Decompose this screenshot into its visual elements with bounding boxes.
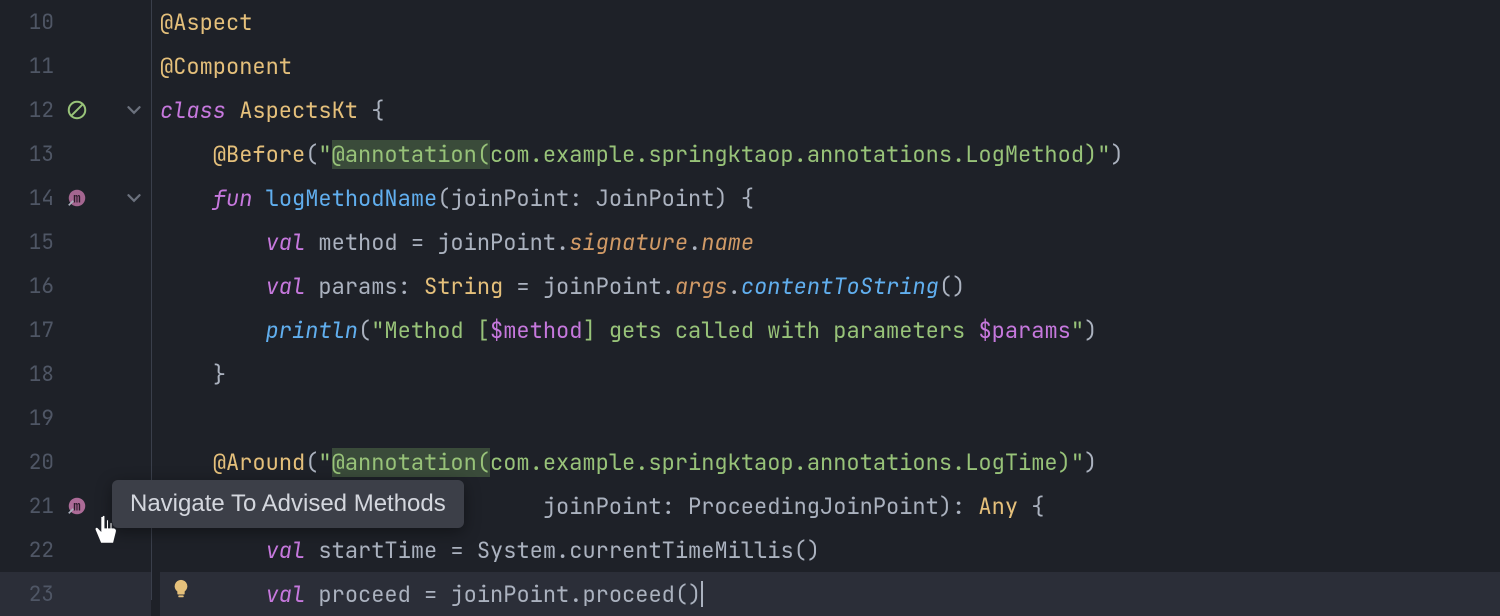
code-line[interactable]: @Aspect <box>160 0 1500 44</box>
code-line[interactable] <box>160 396 1500 440</box>
gutter-row: 18 <box>0 352 151 396</box>
annotation-token: @Before <box>213 140 305 169</box>
intention-bulb-icon[interactable] <box>170 578 192 600</box>
gutter-row: 11 <box>0 44 151 88</box>
gutter-row: 15 <box>0 220 151 264</box>
gutter-row: 17 <box>0 308 151 352</box>
function-name-token: logMethodName <box>266 184 438 213</box>
line-number: 16 <box>0 273 60 300</box>
fold-chevron-icon[interactable] <box>123 99 145 121</box>
line-number: 23 <box>0 581 60 608</box>
line-number: 15 <box>0 229 60 256</box>
fold-chevron-icon[interactable] <box>123 187 145 209</box>
template-var-token: $method <box>490 316 582 345</box>
code-line[interactable]: val params: String = joinPoint.args.cont… <box>160 264 1500 308</box>
pointcut-expression: @annotation( <box>332 140 490 169</box>
code-line[interactable]: @Component <box>160 44 1500 88</box>
code-line[interactable]: fun logMethodName(joinPoint: JoinPoint) … <box>160 176 1500 220</box>
gutter-row: 19 <box>0 396 151 440</box>
line-number: 17 <box>0 317 60 344</box>
annotation-token: @Aspect <box>160 8 252 37</box>
gutter-row: 22 <box>0 528 151 572</box>
gutter-row: 13 <box>0 132 151 176</box>
code-line[interactable]: @Around("@annotation(com.example.springk… <box>160 440 1500 484</box>
line-number: 12 <box>0 97 60 124</box>
line-number: 19 <box>0 405 60 432</box>
svg-text:m: m <box>73 190 81 207</box>
gutter-row: 23 <box>0 572 151 616</box>
line-number: 10 <box>0 9 60 36</box>
template-var-token: $params <box>978 316 1070 345</box>
mouse-cursor-hand-icon <box>88 512 122 559</box>
property-token: name <box>701 228 754 257</box>
text-caret <box>701 581 703 607</box>
code-line-current[interactable]: val proceed = joinPoint.proceed() <box>160 572 1500 616</box>
gutter-tooltip: Navigate To Advised Methods <box>112 480 464 528</box>
tooltip-text: Navigate To Advised Methods <box>130 490 446 517</box>
line-number: 11 <box>0 53 60 80</box>
class-icon[interactable] <box>66 99 88 121</box>
line-number: 22 <box>0 537 60 564</box>
gutter-row: 14 m <box>0 176 151 220</box>
gutter-row: 12 <box>0 88 151 132</box>
annotation-token: @Around <box>213 448 305 477</box>
class-name-token: AspectsKt <box>239 96 371 125</box>
gutter-row: 20 <box>0 440 151 484</box>
keyword-token: fun <box>213 184 266 213</box>
aspect-advice-icon[interactable]: m <box>66 187 88 209</box>
property-token: signature <box>569 228 688 257</box>
code-line[interactable]: val method = joinPoint.signature.name <box>160 220 1500 264</box>
code-line[interactable]: } <box>160 352 1500 396</box>
aspect-advice-icon[interactable]: m <box>66 495 88 517</box>
code-line[interactable]: val startTime = System.currentTimeMillis… <box>160 528 1500 572</box>
function-call-token: println <box>266 316 358 345</box>
line-number: 13 <box>0 141 60 168</box>
svg-text:m: m <box>73 498 81 515</box>
gutter-row: 16 <box>0 264 151 308</box>
pointcut-expression: @annotation( <box>332 448 490 477</box>
line-number: 18 <box>0 361 60 388</box>
gutter-row: 10 <box>0 0 151 44</box>
method-call-token: contentToString <box>741 272 939 301</box>
brace-token: { <box>371 96 384 125</box>
annotation-token: @Component <box>160 52 292 81</box>
keyword-token: class <box>160 96 239 125</box>
line-number: 14 <box>0 185 60 212</box>
line-number: 21 <box>0 493 60 520</box>
line-number: 20 <box>0 449 60 476</box>
code-line[interactable]: class AspectsKt { <box>160 88 1500 132</box>
code-line[interactable]: println("Method [$method] gets called wi… <box>160 308 1500 352</box>
code-line[interactable]: @Before("@annotation(com.example.springk… <box>160 132 1500 176</box>
